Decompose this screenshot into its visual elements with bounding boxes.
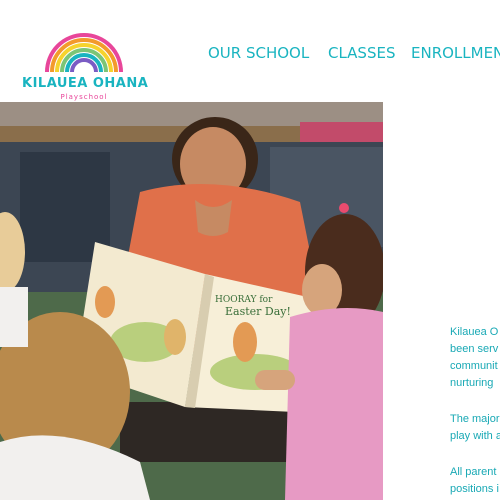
about-p2-line1: The major (450, 413, 500, 425)
about-paragraph-3: All parent positions i (450, 464, 500, 498)
nav-classes[interactable]: CLASSES (328, 44, 395, 62)
site-logo[interactable]: KILAUEA OHANA Playschool (22, 10, 149, 101)
site-header: KILAUEA OHANA Playschool OUR SCHOOL CLAS… (0, 0, 500, 101)
logo-subtitle: Playschool (60, 93, 108, 101)
classroom-reading-illustration: HOORAY for Easter Day! (0, 102, 383, 500)
logo-wordmark: KILAUEA OHANA (22, 76, 149, 91)
about-paragraph-1: Kilauea O been serv communit nurturing (450, 324, 500, 392)
about-p2-line2: play with a (450, 430, 500, 442)
about-p3-line1: All parent (450, 466, 497, 478)
about-p1-line3: communit (450, 360, 498, 372)
about-section: Kilauea O been serv communit nurturing T… (450, 324, 500, 500)
hero-photo: HOORAY for Easter Day! (0, 102, 383, 500)
book-title-line2: Easter Day! (225, 305, 291, 318)
about-p1-line4: nurturing (450, 377, 494, 389)
about-p3-line2: positions i (450, 483, 499, 495)
about-p1-line1: Kilauea O (450, 326, 499, 338)
nav-our-school[interactable]: OUR SCHOOL (208, 44, 309, 62)
about-p1-line2: been serv (450, 343, 499, 355)
book-title-line1: HOORAY for (215, 295, 273, 305)
logo-name-text: KILAUEA OHANA (22, 76, 149, 91)
about-paragraph-2: The major play with a (450, 411, 500, 445)
rainbow-logo-icon (45, 33, 123, 73)
nav-enrollment[interactable]: ENROLLMENT (411, 44, 500, 62)
